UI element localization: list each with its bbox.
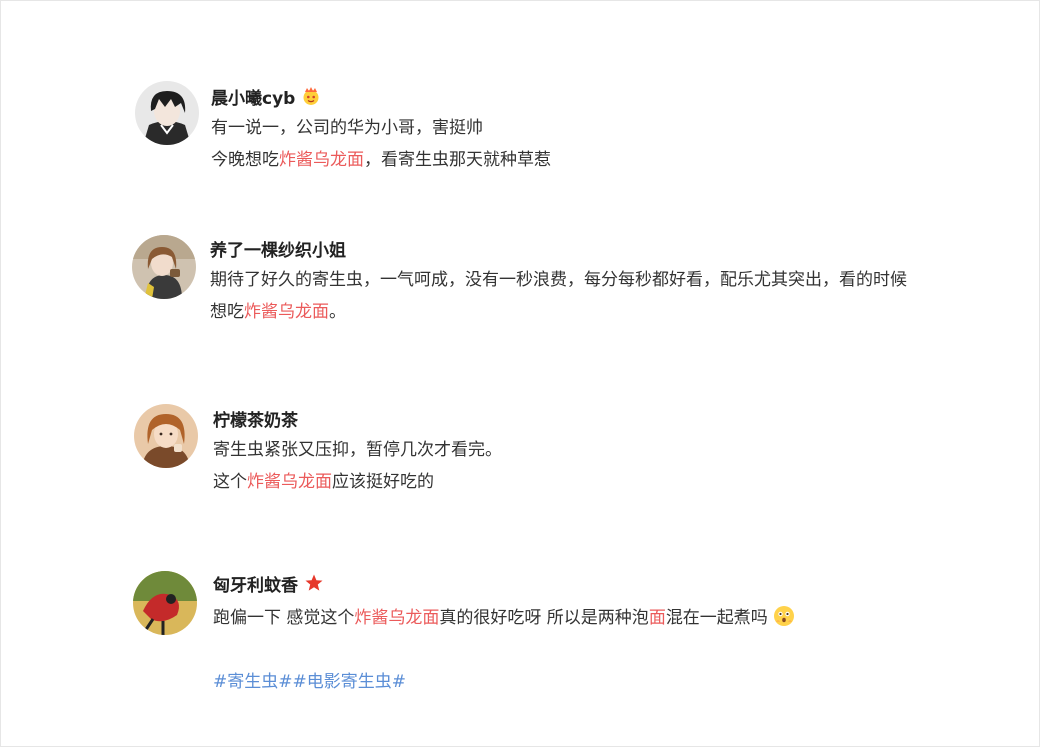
avatar[interactable]	[133, 571, 197, 635]
comment-text: 想吃炸酱乌龙面。	[210, 301, 907, 323]
comment-text-segment: 想吃	[210, 302, 244, 322]
highlighted-keyword[interactable]: 炸酱乌龙面	[244, 302, 329, 322]
topic-tags: #寄生虫##电影寄生虫#	[213, 671, 406, 693]
highlighted-keyword[interactable]: 炸酱乌龙面	[279, 150, 364, 170]
comment-card: 晨小曦cyb 有一说一，公司的华为小哥，害挺帅 今晚想吃炸酱乌龙面，看寄生虫那天…	[0, 0, 1040, 747]
user-name[interactable]: 柠檬茶奶茶	[213, 406, 298, 431]
comment-text-segment: 今晚想吃	[211, 150, 279, 170]
topic-tag[interactable]: #电影寄生虫#	[293, 672, 407, 692]
comment-text-segment: 真的很好吃呀 所以是两种泡	[439, 608, 649, 628]
comment-text: 今晚想吃炸酱乌龙面，看寄生虫那天就种草惹	[211, 149, 551, 171]
red-star-icon	[304, 573, 324, 593]
highlighted-keyword[interactable]: 炸酱乌龙面	[247, 472, 332, 492]
avatar[interactable]	[132, 235, 196, 299]
user-name[interactable]: 晨小曦cyb	[211, 84, 295, 109]
user-name[interactable]: 匈牙利蚊香	[213, 571, 298, 596]
comment-text-segment: 这个	[213, 472, 247, 492]
comment-text-segment: 寄生虫紧张又压抑，暂停几次才看完。	[213, 440, 502, 460]
comment-text-segment: ，看寄生虫那天就种草惹	[364, 150, 551, 170]
comment-text-segment: 有一说一，公司的华为小哥，害挺帅	[211, 118, 483, 138]
comment-text: 这个炸酱乌龙面应该挺好吃的	[213, 471, 502, 493]
comment-text-segment: 。	[329, 302, 346, 322]
topic-tag[interactable]: #寄生虫#	[213, 672, 293, 692]
highlighted-keyword[interactable]: 炸酱乌龙面	[354, 608, 439, 628]
comment-text-segment: 跑偏一下 感觉这个	[213, 608, 355, 628]
comment-text: 期待了好久的寄生虫，一气呵成，没有一秒浪费，每分每秒都好看，配乐尤其突出，看的时…	[210, 269, 907, 291]
highlighted-keyword[interactable]: 面	[649, 608, 666, 628]
avatar[interactable]	[134, 404, 198, 468]
comment-text-segment: 应该挺好吃的	[332, 472, 434, 492]
comment-text: 寄生虫紧张又压抑，暂停几次才看完。	[213, 439, 502, 461]
user-name[interactable]: 养了一棵纱织小姐	[210, 236, 346, 261]
comment-text-segment: 混在一起煮吗	[665, 608, 768, 628]
comment-text: 跑偏一下 感觉这个炸酱乌龙面真的很好吃呀 所以是两种泡面混在一起煮吗	[213, 604, 796, 629]
comment-text: 有一说一，公司的华为小哥，害挺帅	[211, 117, 551, 139]
crown-face-icon	[301, 86, 321, 106]
comment-text-segment: 期待了好久的寄生虫，一气呵成，没有一秒浪费，每分每秒都好看，配乐尤其突出，看的时…	[210, 270, 907, 290]
avatar[interactable]	[135, 81, 199, 145]
surprised-face-emoji-icon	[772, 604, 796, 628]
